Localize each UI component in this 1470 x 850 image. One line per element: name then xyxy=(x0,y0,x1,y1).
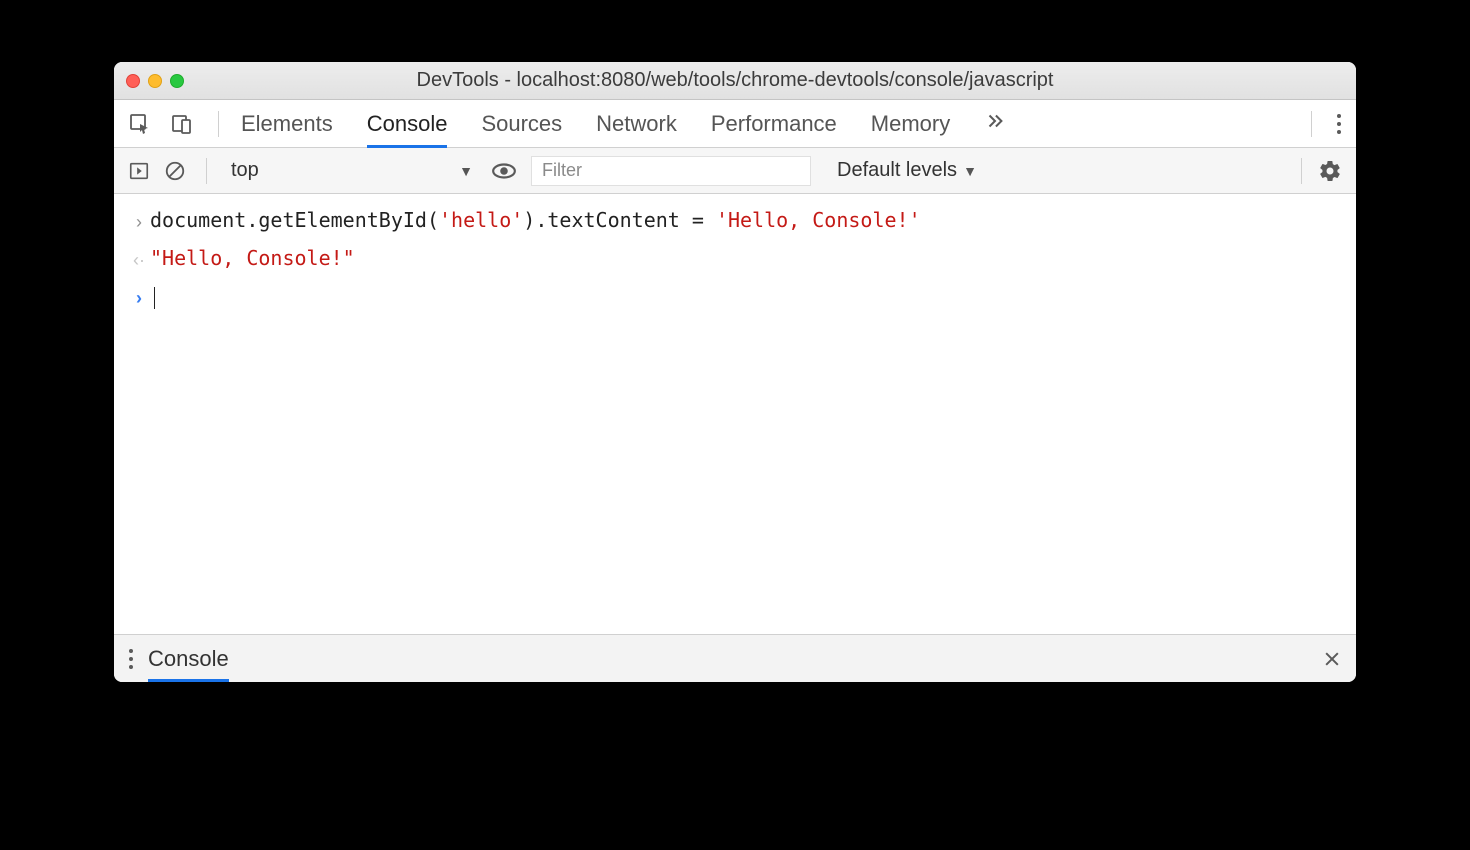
traffic-lights xyxy=(126,74,184,88)
filter-input[interactable] xyxy=(531,156,811,186)
inspect-element-icon[interactable] xyxy=(128,112,152,136)
context-selector[interactable]: top ▼ xyxy=(227,159,477,182)
divider xyxy=(206,158,207,184)
result-indicator-icon: ‹· xyxy=(128,244,150,274)
tab-elements[interactable]: Elements xyxy=(241,100,333,147)
context-value: top xyxy=(231,159,259,182)
console-entry-input: document.getElementById('hello').textCon… xyxy=(150,206,921,234)
console-input-row: › document.getElementById('hello').textC… xyxy=(114,202,1356,240)
divider xyxy=(218,111,219,137)
divider xyxy=(1311,111,1312,137)
divider xyxy=(1301,158,1302,184)
panel-tabs-bar: Elements Console Sources Network Perform… xyxy=(114,100,1356,148)
log-levels-selector[interactable]: Default levels ▼ xyxy=(837,159,977,182)
chevron-down-icon: ▼ xyxy=(963,163,977,179)
input-indicator-icon: › xyxy=(128,206,150,236)
tab-memory[interactable]: Memory xyxy=(871,100,950,147)
prompt-indicator-icon: › xyxy=(128,282,150,312)
console-prompt[interactable] xyxy=(150,282,155,310)
live-expression-icon[interactable] xyxy=(491,158,517,184)
close-drawer-icon[interactable] xyxy=(1322,649,1342,669)
titlebar: DevTools - localhost:8080/web/tools/chro… xyxy=(114,62,1356,100)
drawer: Console xyxy=(114,634,1356,682)
console-output[interactable]: › document.getElementById('hello').textC… xyxy=(114,194,1356,634)
toggle-sidebar-icon[interactable] xyxy=(128,160,150,182)
console-entry-result: "Hello, Console!" xyxy=(150,244,355,272)
device-toolbar-icon[interactable] xyxy=(170,112,194,136)
console-settings-icon[interactable] xyxy=(1318,159,1342,183)
window-title: DevTools - localhost:8080/web/tools/chro… xyxy=(114,69,1356,92)
zoom-window-button[interactable] xyxy=(170,74,184,88)
clear-console-icon[interactable] xyxy=(164,160,186,182)
tab-console[interactable]: Console xyxy=(367,100,448,147)
tab-sources[interactable]: Sources xyxy=(481,100,562,147)
console-result-row: ‹· "Hello, Console!" xyxy=(114,240,1356,278)
panel-tabs: Elements Console Sources Network Perform… xyxy=(241,100,1006,147)
console-prompt-row[interactable]: › xyxy=(114,278,1356,316)
tabs-left-group xyxy=(128,111,225,137)
minimize-window-button[interactable] xyxy=(148,74,162,88)
drawer-menu-icon[interactable] xyxy=(128,648,134,670)
more-tabs-icon[interactable] xyxy=(984,110,1006,138)
console-toolbar: top ▼ Default levels ▼ xyxy=(114,148,1356,194)
customize-menu-icon[interactable] xyxy=(1336,113,1342,135)
devtools-window: DevTools - localhost:8080/web/tools/chro… xyxy=(114,62,1356,682)
drawer-tab-console[interactable]: Console xyxy=(148,635,229,682)
chevron-down-icon: ▼ xyxy=(459,163,473,179)
tab-network[interactable]: Network xyxy=(596,100,677,147)
close-window-button[interactable] xyxy=(126,74,140,88)
tab-performance[interactable]: Performance xyxy=(711,100,837,147)
tabs-right-group xyxy=(1305,111,1342,137)
levels-label: Default levels xyxy=(837,159,957,182)
